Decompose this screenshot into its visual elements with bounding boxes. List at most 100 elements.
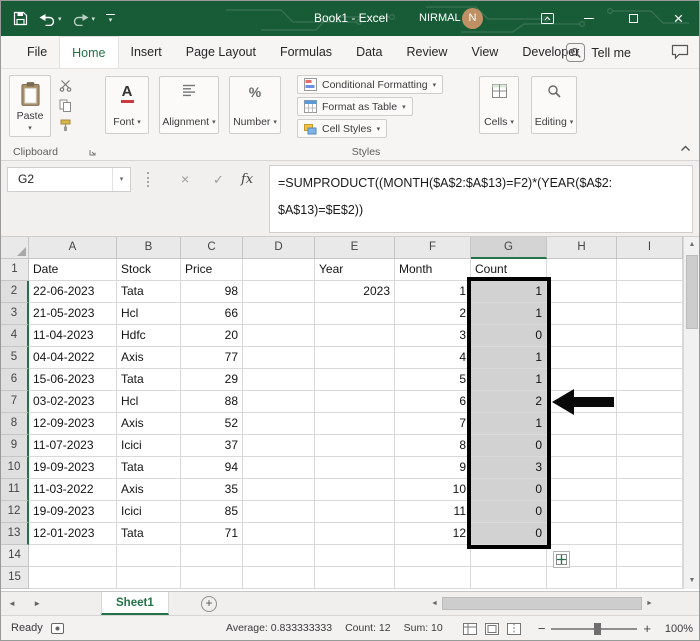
cut-button[interactable] xyxy=(57,78,73,93)
vertical-scrollbar-thumb[interactable] xyxy=(686,255,698,329)
scroll-up-icon[interactable]: ▲ xyxy=(684,237,700,253)
cell-I12[interactable] xyxy=(617,501,683,523)
cell-C4[interactable]: 20 xyxy=(181,325,243,347)
fill-options-button[interactable] xyxy=(553,551,570,568)
cell-H3[interactable] xyxy=(547,303,617,325)
cell-D1[interactable] xyxy=(243,259,315,281)
row-header-3[interactable]: 3 xyxy=(1,303,29,325)
ribbon-tab-formulas[interactable]: Formulas xyxy=(268,36,344,68)
scroll-left-icon[interactable]: ◄ xyxy=(431,600,438,607)
cell-styles-button[interactable]: Cell Styles ▾ xyxy=(297,119,387,138)
cell-A10[interactable]: 19-09-2023 xyxy=(29,457,117,479)
page-break-view-icon[interactable] xyxy=(507,623,521,638)
cell-C1[interactable]: Price xyxy=(181,259,243,281)
cell-A6[interactable]: 15-06-2023 xyxy=(29,369,117,391)
maximize-button[interactable] xyxy=(611,1,656,36)
cell-C10[interactable]: 94 xyxy=(181,457,243,479)
macro-record-icon[interactable] xyxy=(51,623,64,637)
format-as-table-button[interactable]: Format as Table ▾ xyxy=(297,97,413,116)
cell-D13[interactable] xyxy=(243,523,315,545)
cell-E9[interactable] xyxy=(315,435,395,457)
cell-I13[interactable] xyxy=(617,523,683,545)
ribbon-tab-page-layout[interactable]: Page Layout xyxy=(174,36,268,68)
cell-G7[interactable]: 2 xyxy=(471,391,547,413)
redo-button[interactable]: ▾ xyxy=(73,12,96,26)
cell-G15[interactable] xyxy=(471,567,547,589)
cell-D14[interactable] xyxy=(243,545,315,567)
cell-B15[interactable] xyxy=(117,567,181,589)
cell-D2[interactable] xyxy=(243,281,315,303)
cell-G6[interactable]: 1 xyxy=(471,369,547,391)
ribbon-tab-file[interactable]: File xyxy=(15,36,59,68)
cell-F13[interactable]: 12 xyxy=(395,523,471,545)
cell-B13[interactable]: Tata xyxy=(117,523,181,545)
new-sheet-button[interactable]: + xyxy=(201,596,217,612)
cell-I15[interactable] xyxy=(617,567,683,589)
cell-A11[interactable]: 11-03-2022 xyxy=(29,479,117,501)
cell-F3[interactable]: 2 xyxy=(395,303,471,325)
insert-function-icon[interactable]: fx xyxy=(241,167,253,192)
cell-E12[interactable] xyxy=(315,501,395,523)
cell-H2[interactable] xyxy=(547,281,617,303)
cell-I2[interactable] xyxy=(617,281,683,303)
horizontal-scrollbar-thumb[interactable] xyxy=(442,597,642,610)
cell-G8[interactable]: 1 xyxy=(471,413,547,435)
cell-B10[interactable]: Tata xyxy=(117,457,181,479)
normal-view-icon[interactable] xyxy=(463,623,477,638)
customize-quick-access-toolbar-icon[interactable]: ▾ xyxy=(106,14,115,24)
cell-C13[interactable]: 71 xyxy=(181,523,243,545)
cell-C12[interactable]: 85 xyxy=(181,501,243,523)
cell-F11[interactable]: 10 xyxy=(395,479,471,501)
cell-A8[interactable]: 12-09-2023 xyxy=(29,413,117,435)
alignment-menu[interactable]: Alignment▾ xyxy=(159,76,219,134)
cell-B6[interactable]: Tata xyxy=(117,369,181,391)
cell-B1[interactable]: Stock xyxy=(117,259,181,281)
cell-D9[interactable] xyxy=(243,435,315,457)
cell-F8[interactable]: 7 xyxy=(395,413,471,435)
cell-E2[interactable]: 2023 xyxy=(315,281,395,303)
cell-B11[interactable]: Axis xyxy=(117,479,181,501)
cell-G11[interactable]: 0 xyxy=(471,479,547,501)
zoom-in-button[interactable]: + xyxy=(643,621,651,636)
column-header-F[interactable]: F xyxy=(395,237,471,259)
sheet-nav-right-icon[interactable]: ► xyxy=(26,592,48,615)
scroll-right-icon[interactable]: ► xyxy=(646,600,653,607)
zoom-slider[interactable] xyxy=(551,628,637,630)
cell-D5[interactable] xyxy=(243,347,315,369)
user-name[interactable]: NIRMAL xyxy=(419,1,461,36)
cell-E1[interactable]: Year xyxy=(315,259,395,281)
redo-dropdown-icon[interactable]: ▾ xyxy=(92,15,96,23)
cell-D3[interactable] xyxy=(243,303,315,325)
cell-B5[interactable]: Axis xyxy=(117,347,181,369)
cell-G3[interactable]: 1 xyxy=(471,303,547,325)
name-box-dropdown-icon[interactable]: ▾ xyxy=(112,168,130,191)
cell-H8[interactable] xyxy=(547,413,617,435)
cell-F2[interactable]: 1 xyxy=(395,281,471,303)
cell-F6[interactable]: 5 xyxy=(395,369,471,391)
row-header-1[interactable]: 1 xyxy=(1,259,29,281)
cell-F4[interactable]: 3 xyxy=(395,325,471,347)
dialog-launcher-icon[interactable] xyxy=(88,148,97,157)
cell-D15[interactable] xyxy=(243,567,315,589)
cell-C14[interactable] xyxy=(181,545,243,567)
ribbon-tab-insert[interactable]: Insert xyxy=(119,36,174,68)
row-header-8[interactable]: 8 xyxy=(1,413,29,435)
cell-H7[interactable] xyxy=(547,391,617,413)
row-header-7[interactable]: 7 xyxy=(1,391,29,413)
vertical-scrollbar[interactable]: ▲ ▼ xyxy=(683,237,700,589)
cell-I8[interactable] xyxy=(617,413,683,435)
column-header-I[interactable]: I xyxy=(617,237,683,259)
cell-A13[interactable]: 12-01-2023 xyxy=(29,523,117,545)
column-header-C[interactable]: C xyxy=(181,237,243,259)
cell-B7[interactable]: Hcl xyxy=(117,391,181,413)
minimize-button[interactable] xyxy=(566,1,611,36)
cell-H10[interactable] xyxy=(547,457,617,479)
ribbon-display-options-icon[interactable] xyxy=(528,1,566,36)
cell-A3[interactable]: 21-05-2023 xyxy=(29,303,117,325)
cell-G12[interactable]: 0 xyxy=(471,501,547,523)
ribbon-tab-data[interactable]: Data xyxy=(344,36,394,68)
row-header-4[interactable]: 4 xyxy=(1,325,29,347)
sheet-tab-sheet1[interactable]: Sheet1 xyxy=(101,592,169,615)
horizontal-scrollbar[interactable]: ◄ ► xyxy=(431,595,653,612)
cell-E14[interactable] xyxy=(315,545,395,567)
